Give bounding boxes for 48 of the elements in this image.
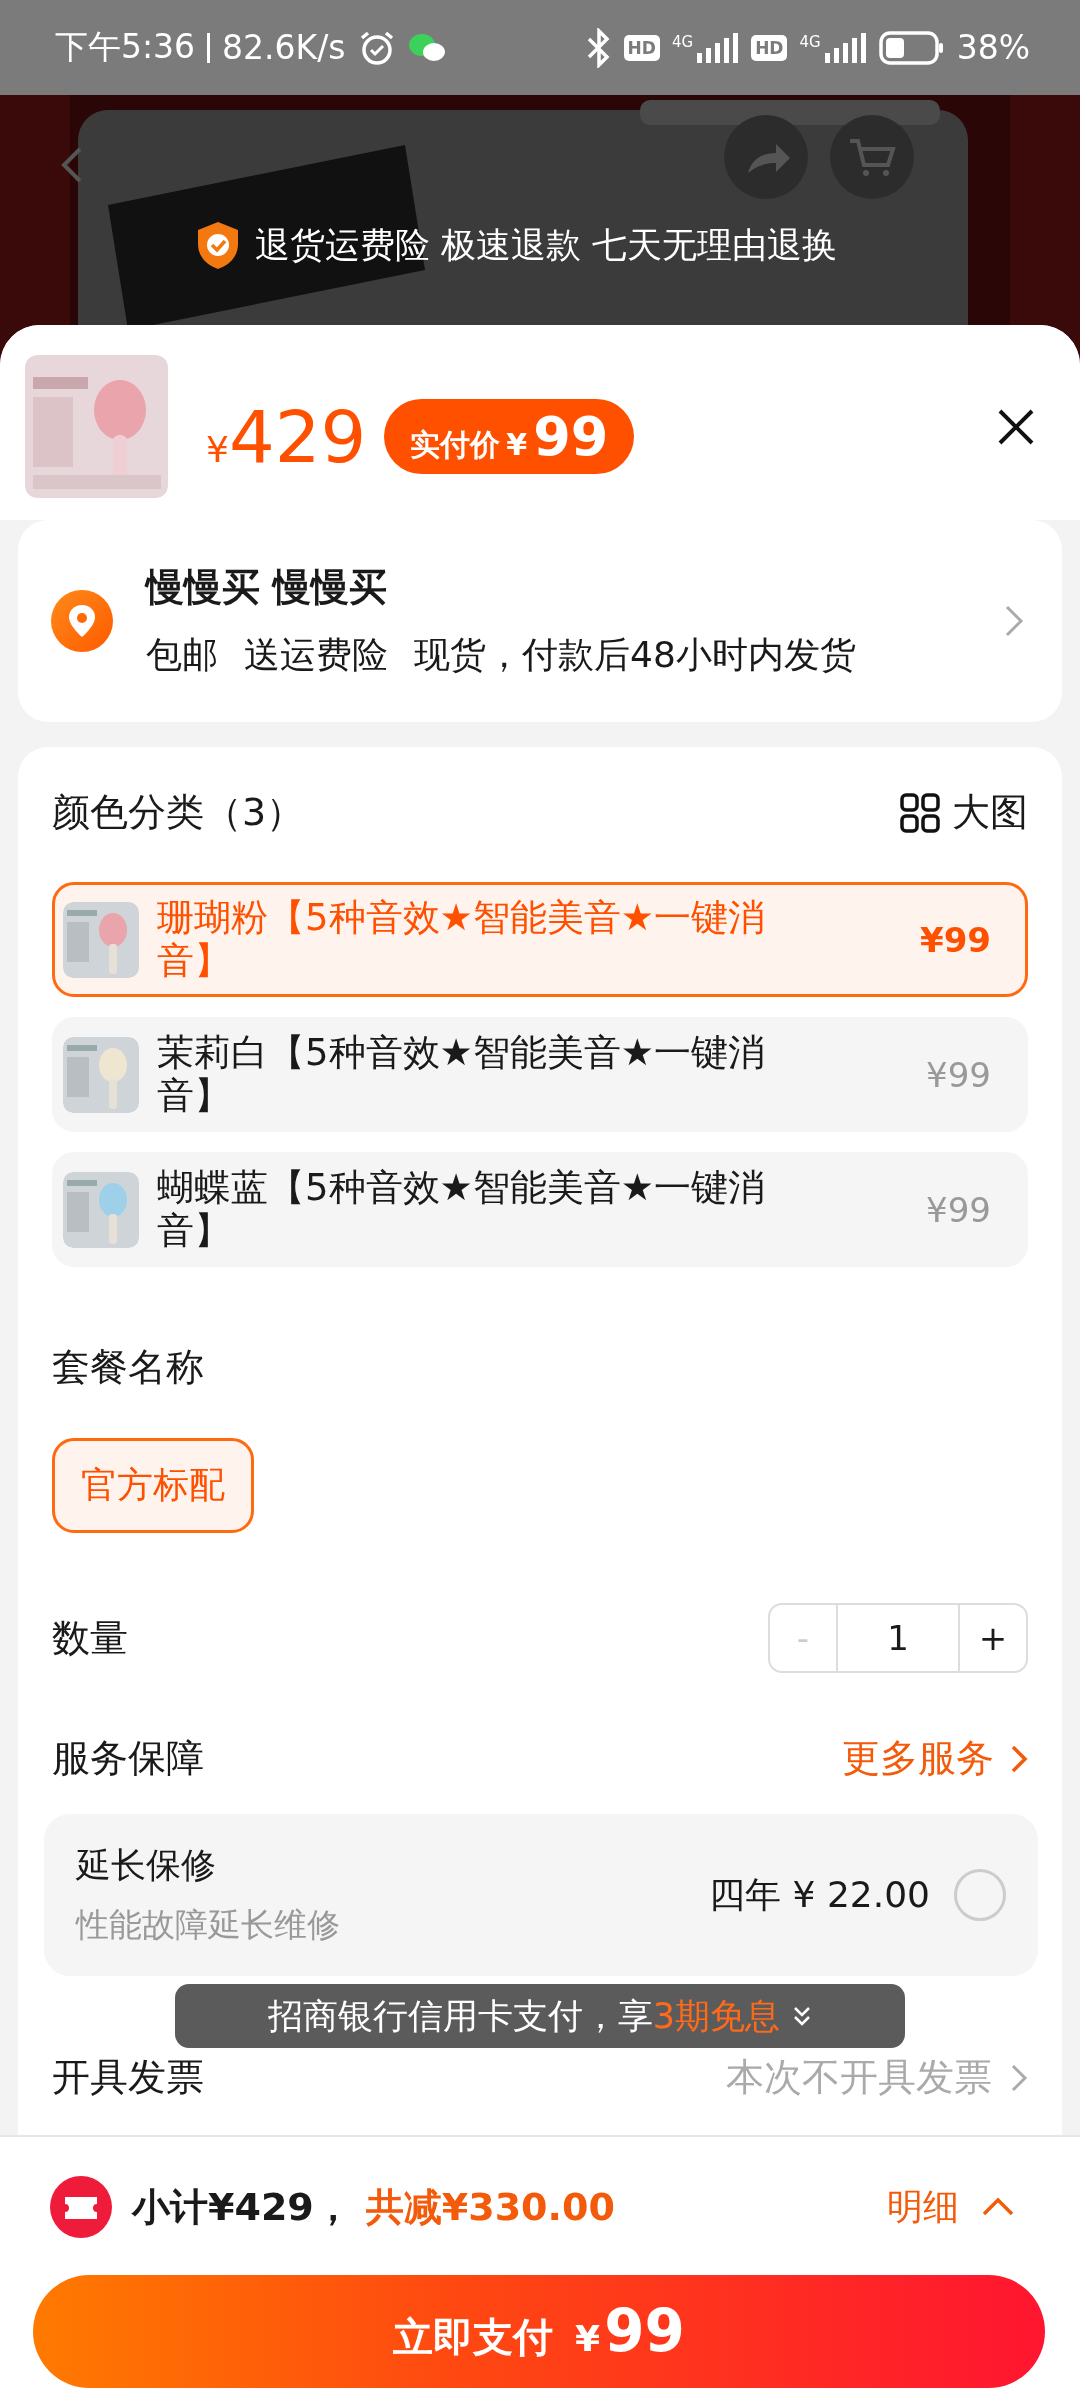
promo-text: 招商银行信用卡支付，享3期免息 — [267, 1994, 781, 2038]
increase-button[interactable]: + — [960, 1605, 1026, 1672]
address-name: 慢慢买 慢慢买 — [146, 564, 389, 611]
signal-icon — [822, 32, 867, 63]
invoice-label: 开具发票 — [52, 2054, 204, 2102]
delivery-info: 送运费险 — [244, 633, 388, 677]
battery-icon — [878, 30, 945, 65]
section-title: 服务保障 — [52, 1735, 204, 1783]
coupon-icon — [50, 2176, 112, 2238]
chevron-up-icon — [981, 2197, 1015, 2217]
discount-total: 共减¥330.00 — [365, 2183, 615, 2231]
quantity-label: 数量 — [52, 1614, 128, 1662]
chevron-right-icon — [1010, 1743, 1028, 1774]
signal-icon — [695, 32, 740, 63]
subtotal: 小计¥429， — [132, 2183, 352, 2231]
service-subtitle: 性能故障延长维修 — [76, 1904, 341, 1947]
pay-now-button[interactable]: 立即支付 ¥99 — [33, 2275, 1045, 2388]
large-image-toggle[interactable]: 大图 — [900, 787, 1028, 838]
grid-icon — [900, 792, 940, 833]
network-speed: 82.6K/s — [222, 28, 346, 67]
promo-toast[interactable]: 招商银行信用卡支付，享3期免息 — [175, 1984, 905, 2048]
section-title: 颜色分类（3） — [52, 789, 305, 836]
location-pin-icon — [50, 589, 114, 653]
radio-button[interactable] — [954, 1869, 1006, 1922]
chat-icon — [407, 31, 446, 64]
close-icon[interactable] — [997, 407, 1035, 446]
service-card[interactable]: 延长保修 性能故障延长维修 四年 ¥ 22.00 — [44, 1814, 1038, 1977]
chevron-right-icon[interactable] — [1004, 604, 1024, 638]
service-price: 四年 ¥ 22.00 — [709, 1872, 930, 1917]
status-time: 下午5:36 — [55, 26, 196, 68]
color-option[interactable]: 蝴蝶蓝【5种音效★智能美音★一键消音】 ¥99 — [52, 1152, 1028, 1268]
quantity-stepper[interactable]: - 1 + — [768, 1603, 1028, 1674]
service-title: 延长保修 — [76, 1844, 217, 1888]
original-price: ¥429 — [206, 394, 367, 479]
hd-badge: HD — [623, 34, 660, 61]
delivery-info: 现货，付款后48小时内发货 — [414, 633, 856, 677]
final-price-badge: 实付价 ¥99 — [384, 399, 635, 474]
section-title: 套餐名称 — [52, 1344, 205, 1392]
chevron-right-icon[interactable] — [1010, 2062, 1028, 2093]
double-chevron-down-icon — [792, 2005, 813, 2027]
network-type: 4G — [799, 32, 821, 51]
delivery-info: 包邮 — [146, 633, 218, 677]
color-option[interactable]: 茉莉白【5种音效★智能美音★一键消音】 ¥99 — [52, 1017, 1028, 1133]
quantity-value: 1 — [836, 1605, 960, 1672]
network-type: 4G — [671, 32, 694, 51]
hd-badge: HD — [751, 34, 788, 61]
bluetooth-icon — [585, 27, 612, 68]
battery-level: 38% — [956, 28, 1030, 67]
